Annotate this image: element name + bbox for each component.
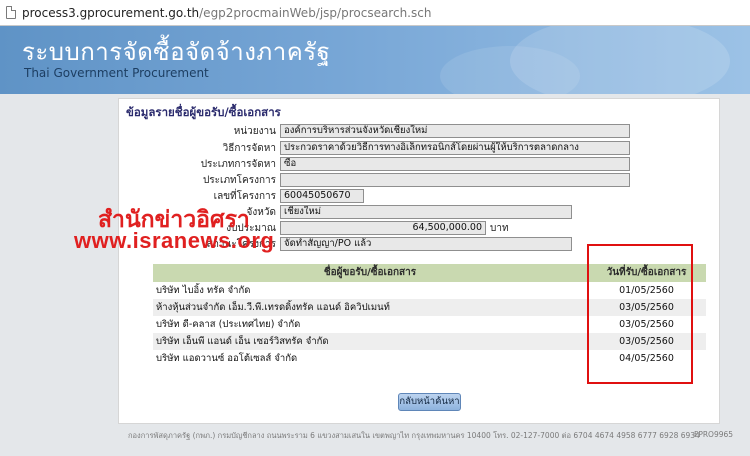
- requester-name: ห้างหุ้นส่วนจำกัด เอ็ม.วี.พี.เทรดดิ้งทรั…: [156, 302, 390, 313]
- section-title: ข้อมูลรายชื่อผู้ขอรับ/ซื้อเอกสาร: [126, 105, 281, 119]
- field-label: วิธีการจัดหา: [222, 142, 276, 154]
- method-field: ประกวดราคาด้วยวิธีการทางอิเล็กทรอนิกส์โด…: [280, 141, 630, 155]
- footer-address: กองการพัสดุภาครัฐ (กพภ.) กรมบัญชีกลาง ถน…: [128, 431, 700, 440]
- form-row-agency: หน่วยงาน องค์การบริหารส่วนจังหวัดเชียงให…: [130, 124, 630, 138]
- field-label: หน่วยงาน: [233, 125, 276, 137]
- watermark-url: www.isranews.org: [74, 228, 275, 253]
- column-header-name: ชื่อผู้ขอรับ/ซื้อเอกสาร: [323, 267, 417, 278]
- field-label: ประเภทการจัดหา: [200, 158, 276, 170]
- requester-name: บริษัท ดี-คลาส (ประเทศไทย) จำกัด: [156, 319, 301, 330]
- footer-code: FPRO9965: [694, 430, 734, 439]
- province-field: เชียงใหม่: [280, 205, 572, 219]
- budget-unit: บาท: [490, 222, 509, 234]
- page-icon: [6, 6, 16, 19]
- address-bar[interactable]: process3.gprocurement.go.th /egp2procmai…: [0, 0, 750, 26]
- url-host: process3.gprocurement.go.th: [22, 5, 200, 20]
- url-path: /egp2procmainWeb/jsp/procsearch.sch: [199, 5, 432, 20]
- procurement-type-field: ซื้อ: [280, 157, 630, 171]
- site-subtitle: Thai Government Procurement: [24, 66, 209, 80]
- requester-name: บริษัท แอดวานซ์ ออโต้เซลส์ จำกัด: [156, 353, 298, 364]
- form-row-method: วิธีการจัดหา ประกวดราคาด้วยวิธีการทางอิเ…: [130, 141, 630, 155]
- requester-name: บริษัท เอ็นพี แอนด์ เอ็น เซอร์วิสทรัค จำ…: [156, 336, 329, 347]
- highlight-annotation-box: [587, 244, 693, 384]
- budget-field: 64,500,000.00: [280, 221, 486, 235]
- form-row-project-number: เลขที่โครงการ 60045050670: [130, 189, 364, 203]
- project-type-field: [280, 173, 630, 187]
- site-header: ระบบการจัดซื้อจัดจ้างภาครัฐ Thai Governm…: [0, 26, 750, 94]
- form-row-procurement-type: ประเภทการจัดหา ซื้อ: [130, 157, 630, 171]
- status-field: จัดทำสัญญา/PO แล้ว: [280, 237, 572, 251]
- form-row-project-type: ประเภทโครงการ: [130, 173, 630, 187]
- agency-field: องค์การบริหารส่วนจังหวัดเชียงใหม่: [280, 124, 630, 138]
- back-to-search-button[interactable]: กลับหน้าค้นหา: [398, 393, 461, 411]
- requester-name: บริษัท ไบอิ้ง ทรัค จำกัด: [156, 285, 251, 296]
- project-number-field: 60045050670: [280, 189, 364, 203]
- field-label: ประเภทโครงการ: [202, 174, 276, 186]
